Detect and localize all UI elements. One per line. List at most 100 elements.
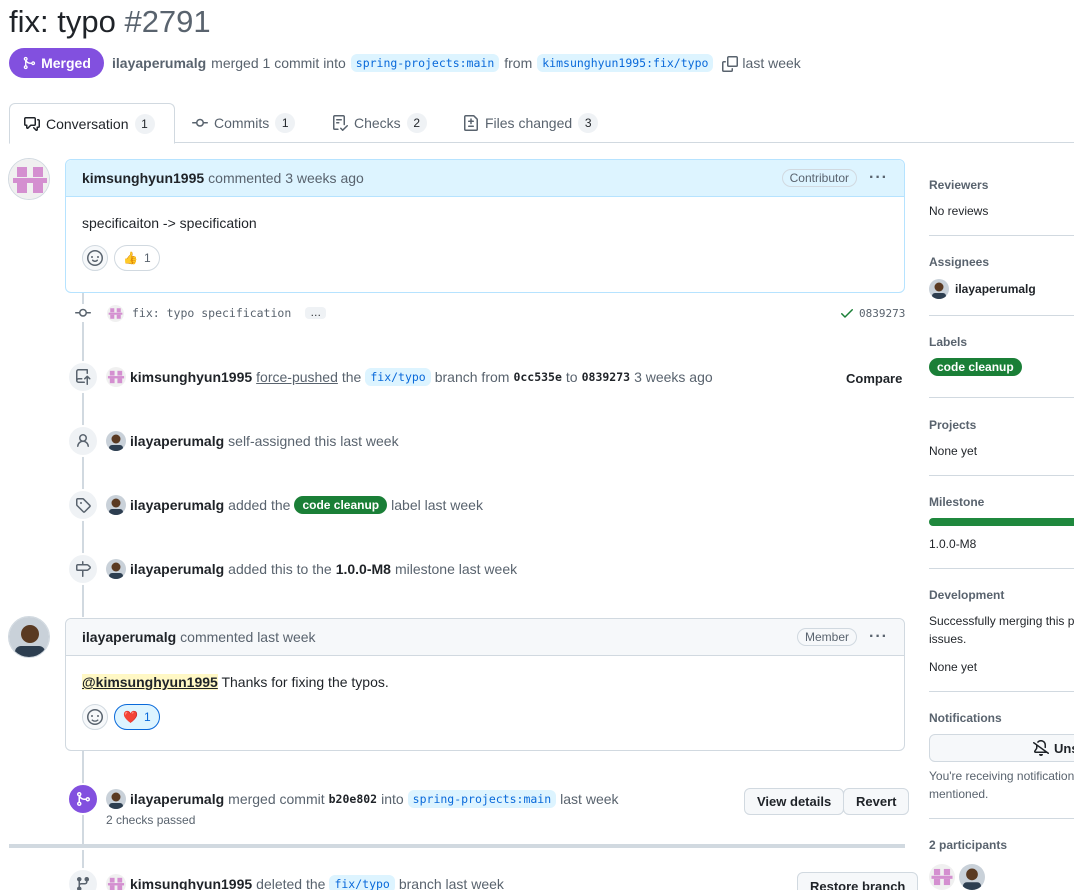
tab-conversation[interactable]: Conversation 1: [9, 103, 175, 144]
from-sha-link[interactable]: 0cc535e: [513, 370, 561, 384]
reaction-count: 1: [143, 251, 151, 265]
avatar-ilayaperumalg[interactable]: [106, 431, 126, 451]
timeline-end-divider: [9, 844, 905, 848]
event-author[interactable]: ilayaperumalg: [130, 497, 224, 513]
sidebar-participants-heading: 2 participants: [929, 838, 1008, 852]
event-text: to: [565, 369, 578, 385]
force-pushed-link[interactable]: force-pushed: [256, 369, 338, 385]
sidebar-divider: [929, 475, 1074, 476]
checks-passed[interactable]: 2 checks passed: [106, 813, 195, 827]
sidebar-milestone-value[interactable]: 1.0.0-M8: [929, 537, 1074, 551]
event-author[interactable]: kimsunghyun1995: [130, 369, 252, 385]
event-branch[interactable]: fix/typo: [329, 875, 395, 890]
restore-branch-button[interactable]: Restore branch: [797, 872, 919, 890]
event-branch[interactable]: fix/typo: [365, 368, 431, 386]
tab-commits[interactable]: Commits 1: [192, 103, 296, 143]
event-time[interactable]: last week: [560, 791, 618, 807]
reaction-count: 1: [143, 710, 151, 724]
person-icon: [67, 425, 99, 457]
pr-title-text: fix: typo: [9, 4, 116, 39]
head-branch[interactable]: kimsunghyun1995:fix/typo: [537, 54, 714, 72]
notifications-reason: You're receiving notification: [929, 769, 1074, 783]
avatar-ilayaperumalg[interactable]: [106, 559, 126, 579]
avatar-kimsunghyun1995[interactable]: [929, 864, 955, 890]
label-code-cleanup[interactable]: code cleanup: [929, 358, 1022, 376]
add-reaction-button[interactable]: [82, 704, 108, 730]
avatar-ilayaperumalg[interactable]: [106, 495, 126, 515]
add-reaction-button[interactable]: [82, 245, 108, 271]
delete-branch-event: kimsunghyun1995 deleted the fix/typo bra…: [106, 873, 504, 890]
tab-commits-label: Commits: [214, 115, 270, 131]
commit-sha[interactable]: 0839273: [859, 307, 905, 320]
event-text: the: [341, 369, 362, 385]
event-text: deleted the: [256, 876, 326, 890]
avatar-kimsunghyun1995[interactable]: [106, 367, 126, 387]
event-author[interactable]: kimsunghyun1995: [130, 876, 252, 890]
event-author[interactable]: ilayaperumalg: [130, 433, 224, 449]
smiley-icon: [87, 709, 103, 725]
avatar-kimsunghyun1995[interactable]: [107, 304, 124, 322]
copy-icon[interactable]: [722, 55, 739, 72]
event-author[interactable]: ilayaperumalg: [130, 561, 224, 577]
thumbs-up-reaction[interactable]: 👍 1: [114, 245, 160, 271]
event-text: added the: [228, 497, 291, 513]
base-branch[interactable]: spring-projects:main: [350, 54, 500, 72]
heart-reaction[interactable]: ❤️ 1: [114, 704, 160, 730]
tab-commits-count: 1: [275, 113, 296, 133]
sidebar-milestone-heading[interactable]: Milestone: [929, 495, 1074, 509]
compare-link[interactable]: Compare: [846, 371, 902, 386]
comment-header: ilayaperumalg commented last week Member…: [66, 619, 904, 656]
event-time[interactable]: 3 weeks ago: [634, 369, 713, 385]
comment-author[interactable]: kimsunghyun1995: [82, 170, 204, 186]
comment-meta[interactable]: commented last week: [180, 629, 315, 645]
event-text: branch from: [434, 369, 510, 385]
sidebar-labels-heading[interactable]: Labels: [929, 335, 1074, 349]
avatar-ilayaperumalg[interactable]: [959, 864, 985, 890]
event-text: added this to the: [228, 561, 332, 577]
avatar-ilayaperumalg[interactable]: [106, 789, 126, 809]
user-mention[interactable]: @kimsunghyun1995: [82, 674, 218, 690]
git-merge-icon: [67, 783, 99, 815]
event-author[interactable]: ilayaperumalg: [130, 791, 224, 807]
commit-expand-button[interactable]: …: [305, 307, 327, 319]
comment-author[interactable]: ilayaperumalg: [82, 629, 176, 645]
avatar-kimsunghyun1995[interactable]: [106, 874, 126, 890]
unsubscribe-button[interactable]: Uns: [929, 734, 1074, 762]
revert-button[interactable]: Revert: [843, 788, 910, 815]
merger-link[interactable]: ilayaperumalg: [112, 55, 206, 71]
event-text: self-assigned this last week: [228, 433, 399, 449]
sidebar-projects-value: None yet: [929, 444, 978, 458]
sidebar-assignees-heading[interactable]: Assignees: [929, 255, 1074, 269]
milestone-progress-fill: [929, 518, 1074, 526]
tab-files-changed-count: 3: [578, 113, 599, 133]
milestone-link[interactable]: 1.0.0-M8: [336, 561, 391, 577]
to-sha-link[interactable]: 0839273: [582, 370, 630, 384]
avatar-ilayaperumalg[interactable]: [8, 616, 50, 658]
self-assign-event: ilayaperumalg self-assigned this last we…: [106, 430, 399, 452]
view-details-button[interactable]: View details: [744, 788, 845, 815]
kebab-icon[interactable]: ···: [869, 628, 888, 646]
merged-state-badge: Merged: [9, 48, 104, 78]
check-icon[interactable]: [839, 305, 855, 321]
pr-tabs: Conversation 1 Commits 1 Checks 2 Files …: [9, 103, 1074, 144]
commit-message[interactable]: fix: typo specification: [132, 306, 291, 320]
comment-body-text: Thanks for fixing the typos.: [221, 674, 389, 690]
sidebar-projects-heading[interactable]: Projects: [929, 418, 1074, 432]
event-text: branch last week: [398, 876, 504, 890]
comment-meta[interactable]: commented 3 weeks ago: [208, 170, 364, 186]
avatar-kimsunghyun1995[interactable]: [8, 158, 50, 200]
kebab-icon[interactable]: ···: [869, 169, 888, 187]
tab-checks[interactable]: Checks 2: [332, 103, 427, 143]
comment-body: @kimsunghyun1995 Thanks for fixing the t…: [66, 656, 904, 690]
label-code-cleanup[interactable]: code cleanup: [294, 496, 388, 514]
tab-files-changed[interactable]: Files changed 3: [463, 103, 599, 143]
sidebar-development-heading[interactable]: Development: [929, 588, 1074, 602]
sidebar-assignee[interactable]: ilayaperumalg: [929, 279, 1074, 299]
merge-sha-link[interactable]: b20e802: [329, 792, 377, 806]
sidebar-development-text: Successfully merging this pu: [929, 614, 1074, 628]
sidebar-reviewers-heading[interactable]: Reviewers: [929, 178, 1074, 192]
reactions: 👍 1: [66, 231, 904, 287]
event-branch[interactable]: spring-projects:main: [407, 790, 557, 808]
sidebar-reviewers-value: No reviews: [929, 204, 989, 218]
bell-slash-icon: [1033, 740, 1049, 756]
